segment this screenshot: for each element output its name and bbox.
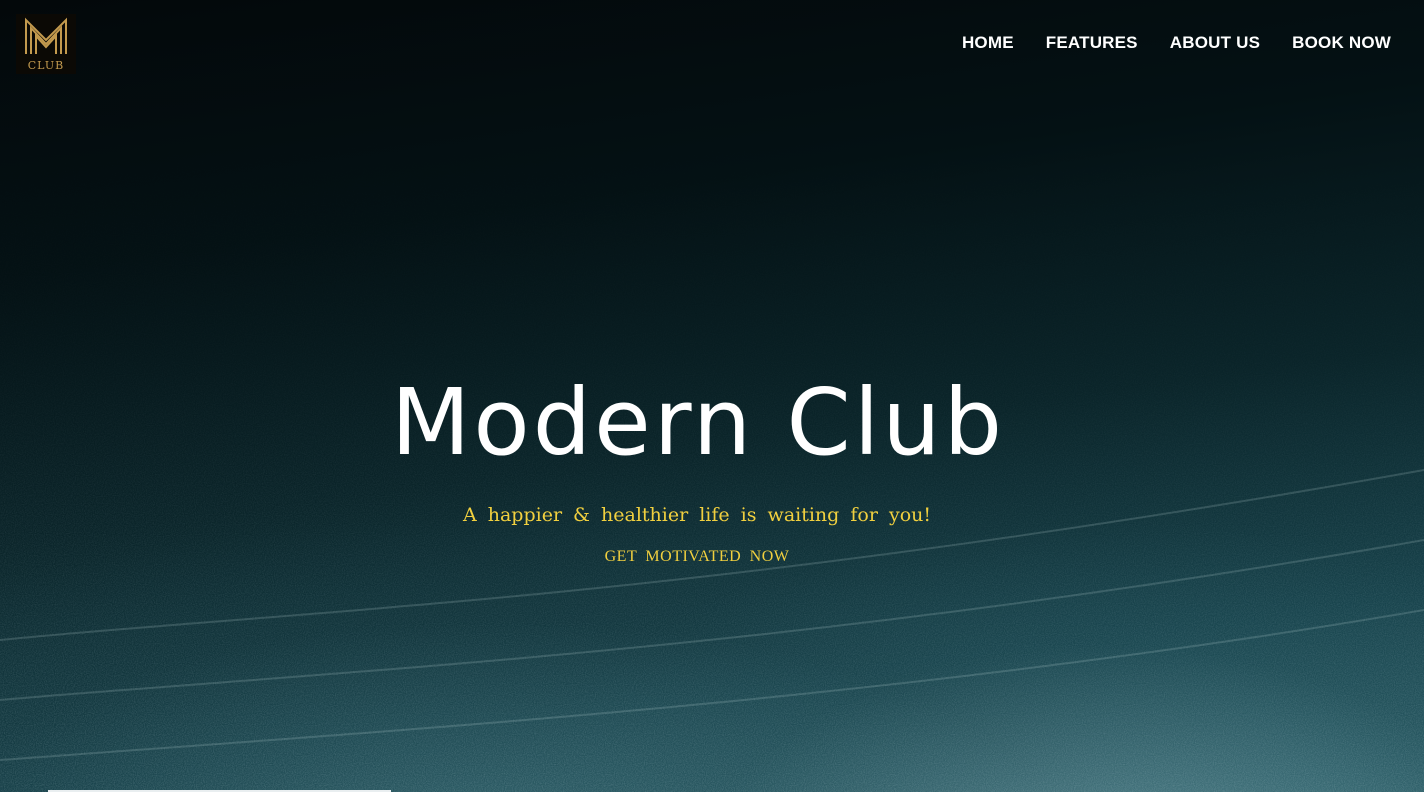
main-navigation: HOME FEATURES ABOUT US BOOK NOW bbox=[962, 33, 1391, 53]
nav-home-link[interactable]: HOME bbox=[962, 33, 1014, 53]
logo-text: CLUB bbox=[27, 59, 65, 72]
club-logo[interactable]: CLUB bbox=[16, 14, 76, 74]
m-monogram-icon bbox=[25, 17, 67, 54]
get-motivated-button[interactable]: GET MOTIVATED NOW bbox=[0, 548, 1394, 566]
hero-title: Modern Club bbox=[391, 369, 1005, 476]
nav-features-link[interactable]: FEATURES bbox=[1046, 33, 1138, 53]
nav-book-now-link[interactable]: BOOK NOW bbox=[1292, 33, 1391, 53]
hero-tagline: A happier & healthier life is waiting fo… bbox=[462, 504, 932, 526]
nav-about-us-link[interactable]: ABOUT US bbox=[1170, 33, 1260, 53]
hero-section: CLUB HOME FEATURES ABOUT US BOOK NOW Mod… bbox=[0, 0, 1424, 792]
